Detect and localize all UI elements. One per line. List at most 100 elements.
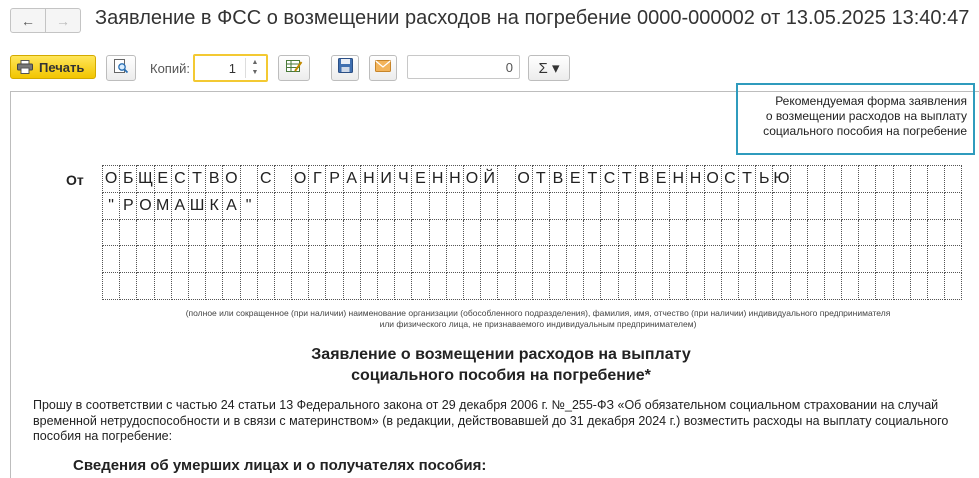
grid-cell bbox=[548, 245, 568, 274]
grid-cell bbox=[789, 218, 808, 247]
grid-cell bbox=[359, 191, 379, 220]
grid-cell bbox=[909, 191, 929, 220]
grid-cell bbox=[531, 245, 550, 274]
grid-cell: Ш bbox=[187, 191, 207, 220]
grid-cell bbox=[256, 218, 275, 247]
grid-cell bbox=[514, 245, 533, 274]
grid-cell: Е bbox=[153, 165, 172, 193]
grid-cell bbox=[823, 272, 843, 300]
grid-cell bbox=[651, 191, 671, 220]
grid-cell bbox=[806, 165, 825, 193]
grid-cell bbox=[548, 218, 568, 247]
copies-stepper[interactable]: ▲ ▼ bbox=[245, 58, 264, 78]
grid-cell: В bbox=[548, 165, 568, 193]
grid-cell bbox=[720, 272, 739, 300]
grid-cell: С bbox=[170, 165, 189, 193]
grid-cell bbox=[359, 218, 379, 247]
grid-cell bbox=[583, 245, 602, 274]
grid-cell: Е bbox=[411, 165, 430, 193]
grid-cell bbox=[239, 272, 258, 300]
grid-note-line: (полное или сокращенное (при наличии) на… bbox=[185, 308, 891, 318]
request-paragraph: Прошу в соответствии с частью 24 статьи … bbox=[33, 398, 949, 443]
toolbar: Печать Копий: 1 ▲ ▼ 0 Σ ▾ bbox=[0, 54, 979, 84]
grid-cell: Ю bbox=[772, 165, 791, 193]
grid-cell: Т bbox=[617, 165, 636, 193]
grid-cell bbox=[256, 272, 275, 300]
grid-cell bbox=[342, 218, 361, 247]
grid-cell bbox=[600, 191, 619, 220]
grid-note: (полное или сокращенное (при наличии) на… bbox=[123, 308, 953, 330]
from-label: От bbox=[66, 172, 84, 188]
grid-cell bbox=[101, 272, 121, 300]
grid-cell bbox=[634, 245, 654, 274]
grid-cell bbox=[892, 191, 911, 220]
save-button[interactable] bbox=[331, 55, 359, 81]
grid-cell: " bbox=[101, 191, 121, 220]
grid-cell bbox=[944, 191, 963, 220]
recommended-line: о возмещении расходов на выплату bbox=[765, 109, 967, 123]
copies-input[interactable]: 1 ▲ ▼ bbox=[193, 54, 268, 82]
grid-cell bbox=[909, 245, 929, 274]
grid-cell: С bbox=[720, 165, 739, 193]
grid-cell: Е bbox=[566, 165, 585, 193]
grid-cell bbox=[806, 245, 825, 274]
grid-cell: О bbox=[291, 165, 310, 193]
grid-cell: А bbox=[342, 165, 361, 193]
grid-cell bbox=[823, 191, 843, 220]
grid-cell bbox=[411, 218, 430, 247]
recommended-line: Рекомендуемая форма заявления bbox=[775, 94, 967, 108]
grid-cell bbox=[892, 245, 911, 274]
forward-arrow-icon: → bbox=[56, 12, 70, 29]
grid-cell bbox=[926, 165, 946, 193]
grid-cell bbox=[617, 245, 636, 274]
grid-cell bbox=[669, 218, 688, 247]
sum-field[interactable]: 0 bbox=[407, 55, 520, 79]
grid-cell bbox=[669, 245, 688, 274]
grid-cell bbox=[909, 272, 929, 300]
navigation-buttons: ← → bbox=[10, 8, 81, 33]
grid-cell bbox=[600, 245, 619, 274]
grid-cell bbox=[462, 245, 482, 274]
grid-cell bbox=[291, 272, 310, 300]
grid-cell bbox=[428, 272, 447, 300]
grid-cell bbox=[273, 165, 293, 193]
grid-cell: Н bbox=[445, 165, 464, 193]
forward-button[interactable]: → bbox=[46, 8, 81, 33]
organization-name-grid: О Б Щ Е С Т В О С О Г Р А Н И Ч Е Н Н О Й О Т В Е Т С Т В Е Н Н О С Т Ь Ю " Р О… bbox=[101, 165, 963, 300]
grid-cell bbox=[256, 191, 275, 220]
send-email-button[interactable] bbox=[369, 55, 397, 81]
grid-cell bbox=[256, 245, 275, 274]
grid-cell: К bbox=[205, 191, 224, 220]
grid-cell bbox=[772, 272, 791, 300]
back-button[interactable]: ← bbox=[10, 8, 46, 33]
grid-cell bbox=[376, 218, 396, 247]
grid-cell bbox=[720, 245, 739, 274]
grid-cell bbox=[497, 165, 516, 193]
grid-cell bbox=[944, 272, 963, 300]
grid-cell bbox=[755, 191, 774, 220]
grid-cell bbox=[669, 272, 688, 300]
grid-cell: Т bbox=[187, 165, 207, 193]
grid-cell bbox=[308, 218, 327, 247]
grid-cell bbox=[566, 191, 585, 220]
print-button[interactable]: Печать bbox=[10, 55, 96, 79]
grid-cell bbox=[480, 218, 499, 247]
grid-cell bbox=[875, 245, 894, 274]
grid-cell bbox=[634, 272, 654, 300]
grid-cell: И bbox=[376, 165, 396, 193]
sigma-button[interactable]: Σ ▾ bbox=[528, 55, 570, 81]
document-area[interactable]: Рекомендуемая форма заявления о возмещен… bbox=[10, 83, 979, 478]
grid-cell bbox=[428, 245, 447, 274]
grid-cell: Н bbox=[359, 165, 379, 193]
edit-table-button[interactable] bbox=[278, 55, 310, 81]
grid-cell bbox=[617, 272, 636, 300]
grid-cell bbox=[359, 272, 379, 300]
grid-cell: О bbox=[222, 165, 241, 193]
grid-cell bbox=[789, 245, 808, 274]
grid-cell bbox=[926, 191, 946, 220]
preview-button[interactable] bbox=[106, 55, 136, 81]
grid-cell bbox=[566, 218, 585, 247]
grid-cell bbox=[480, 272, 499, 300]
grid-cell bbox=[170, 272, 189, 300]
grid-cell bbox=[823, 218, 843, 247]
